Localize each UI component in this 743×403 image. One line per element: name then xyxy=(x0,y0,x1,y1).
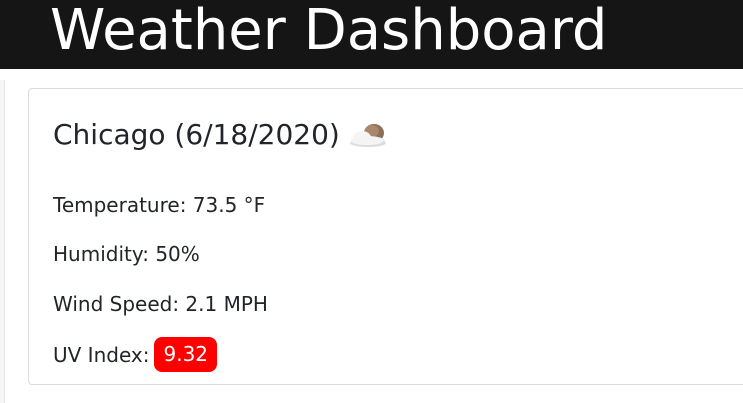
wind-speed-label: Wind Speed: xyxy=(53,292,180,316)
page-title: Weather Dashboard xyxy=(50,0,608,63)
uv-index-badge: 9.32 xyxy=(154,337,218,372)
temperature-stat: Temperature: 73.5 °F xyxy=(53,193,265,217)
humidity-stat: Humidity: 50% xyxy=(53,242,200,266)
humidity-value: 50% xyxy=(155,242,200,266)
current-weather-card: Chicago (6/18/2020) Temperature: 73.5 °F… xyxy=(28,88,743,385)
few-clouds-icon xyxy=(348,122,388,148)
page-header: Weather Dashboard xyxy=(0,0,743,69)
humidity-label: Humidity: xyxy=(53,242,149,266)
wind-speed-stat: Wind Speed: 2.1 MPH xyxy=(53,292,268,316)
city-title: Chicago (6/18/2020) xyxy=(53,118,340,151)
temperature-label: Temperature: xyxy=(53,193,187,217)
wind-speed-value: 2.1 MPH xyxy=(185,292,268,316)
uv-index-label: UV Index: xyxy=(53,342,150,367)
city-heading: Chicago (6/18/2020) xyxy=(53,117,388,153)
sidebar-edge xyxy=(0,80,5,403)
uv-index-stat: UV Index: 9.32 xyxy=(53,337,218,372)
temperature-value: 73.5 °F xyxy=(192,193,266,217)
